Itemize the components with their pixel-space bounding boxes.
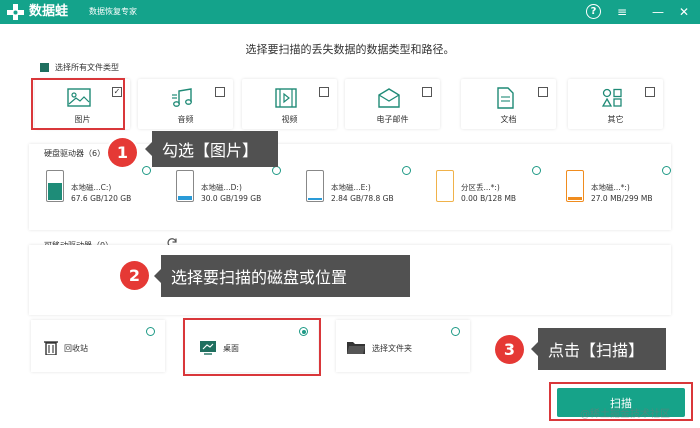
app-name: 数据蛙 <box>29 4 69 19</box>
highlight-box-image <box>31 78 125 130</box>
annotation-step-1-badge: 1 <box>108 138 137 167</box>
folder-icon <box>347 342 365 354</box>
file-type-email-checkbox[interactable] <box>422 87 432 97</box>
app-logo-icon <box>7 4 24 20</box>
hard-drive-title: 硬盘驱动器（6） <box>44 149 106 158</box>
annotation-step-2-callout: 选择要扫描的磁盘或位置 <box>154 255 410 297</box>
file-type-audio-checkbox[interactable] <box>215 87 225 97</box>
annotation-step-1-callout: 勾选【图片】 <box>145 131 278 167</box>
checkbox-checked-icon <box>40 63 49 72</box>
select-all-checkbox[interactable]: 选择所有文件类型 <box>40 62 119 73</box>
drive-name: 分区丢...*:) <box>461 183 500 192</box>
file-type-other-checkbox[interactable] <box>645 87 655 97</box>
location-recycle-bin-radio[interactable] <box>146 327 155 336</box>
watermark: @稀土掘金技术社区 <box>580 409 670 420</box>
envelope-icon <box>378 88 400 108</box>
film-icon <box>275 88 297 108</box>
file-type-label: 电子邮件 <box>376 115 409 124</box>
drive-d-radio[interactable] <box>272 166 281 175</box>
file-type-label: 视频 <box>281 115 298 124</box>
other-grid-icon <box>601 88 622 107</box>
location-label: 回收站 <box>64 344 88 353</box>
file-type-document[interactable]: 文档 <box>461 79 556 129</box>
page-heading: 选择要扫描的丢失数据的数据类型和路径。 <box>245 43 455 56</box>
file-type-email[interactable]: 电子邮件 <box>345 79 440 129</box>
drive-icon <box>436 170 454 202</box>
drive-name: 本地磁...E:) <box>331 183 371 192</box>
music-note-icon <box>172 88 192 107</box>
drive-icon <box>306 170 324 202</box>
annotation-step-2-badge: 2 <box>120 261 149 290</box>
title-bar: 数据蛙 数据恢复专家 ? ≡ — ✕ <box>0 0 700 24</box>
drive-local-5-radio[interactable] <box>662 166 671 175</box>
drive-size: 67.6 GB/120 GB <box>71 194 132 203</box>
drive-name: 本地磁...C:) <box>71 183 112 192</box>
menu-icon[interactable]: ≡ <box>613 3 631 21</box>
drive-size: 30.0 GB/199 GB <box>201 194 262 203</box>
help-icon[interactable]: ? <box>586 4 601 19</box>
drive-size: 2.84 GB/78.8 GB <box>331 194 394 203</box>
annotation-step-3-badge: 3 <box>495 335 524 364</box>
file-type-other[interactable]: 其它 <box>568 79 663 129</box>
file-type-label: 文档 <box>500 115 517 124</box>
location-recycle-bin[interactable]: 回收站 <box>31 320 165 372</box>
drive-name: 本地磁...D:) <box>201 183 242 192</box>
location-select-folder-radio[interactable] <box>451 327 460 336</box>
drive-size: 0.00 B/128 MB <box>461 194 517 203</box>
file-type-label: 其它 <box>607 115 624 124</box>
minimize-icon[interactable]: — <box>649 3 667 21</box>
drive-icon <box>176 170 194 202</box>
drive-icon <box>46 170 64 202</box>
app-subtitle: 数据恢复专家 <box>89 7 137 16</box>
file-type-document-checkbox[interactable] <box>538 87 548 97</box>
drive-e-radio[interactable] <box>402 166 411 175</box>
drive-c-radio[interactable] <box>142 166 151 175</box>
trash-icon <box>44 341 58 355</box>
file-type-video-checkbox[interactable] <box>319 87 329 97</box>
highlight-box-desktop <box>183 318 321 376</box>
file-type-label: 音频 <box>177 115 194 124</box>
close-icon[interactable]: ✕ <box>675 3 693 21</box>
file-type-audio[interactable]: 音频 <box>138 79 233 129</box>
file-type-video[interactable]: 视频 <box>242 79 337 129</box>
drive-name: 本地磁...*:) <box>591 183 630 192</box>
drive-icon <box>566 170 584 202</box>
drive-lost-partition-radio[interactable] <box>532 166 541 175</box>
select-all-label: 选择所有文件类型 <box>55 63 119 72</box>
location-label: 选择文件夹 <box>372 344 412 353</box>
document-icon <box>497 87 514 109</box>
location-select-folder[interactable]: 选择文件夹 <box>336 320 470 372</box>
drive-size: 27.0 MB/299 MB <box>591 194 653 203</box>
annotation-step-3-callout: 点击【扫描】 <box>531 328 666 370</box>
